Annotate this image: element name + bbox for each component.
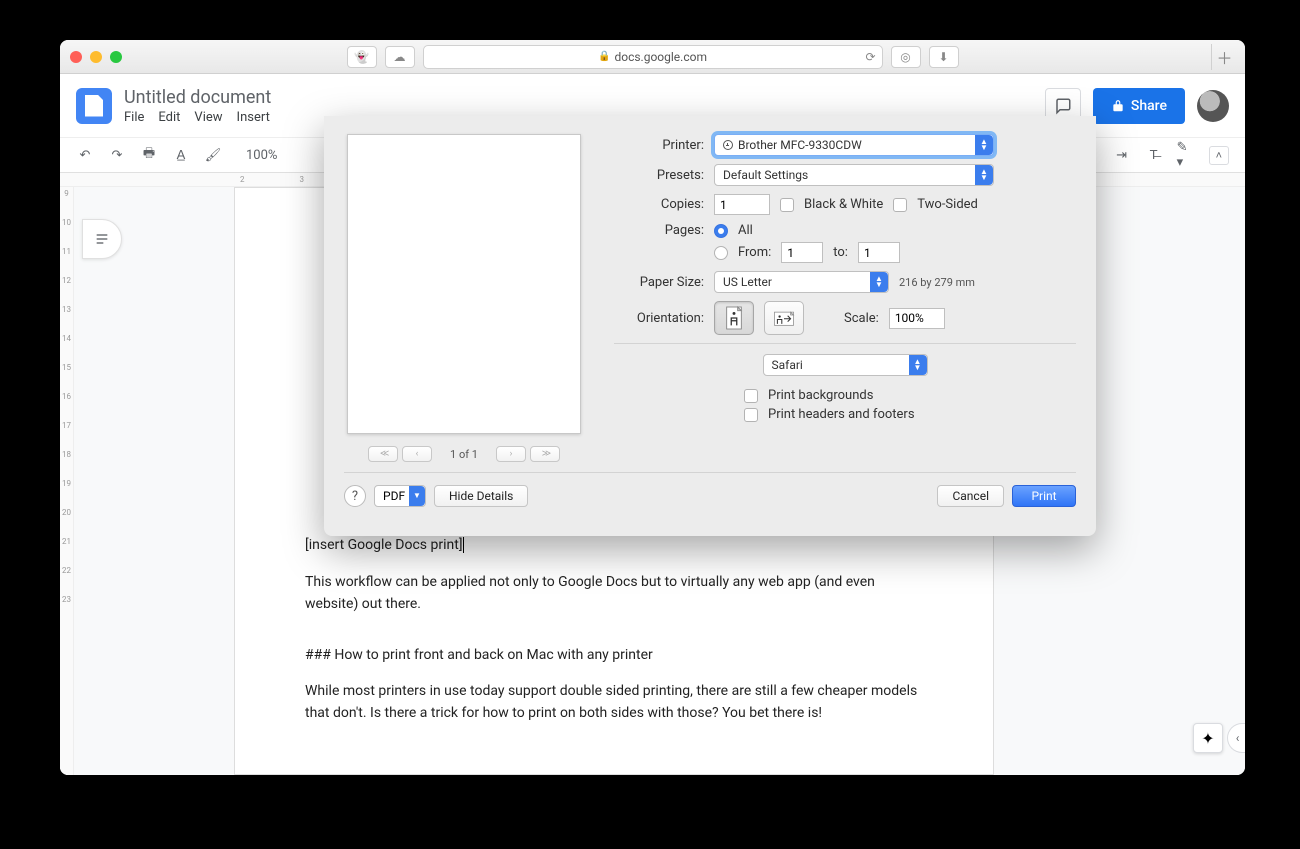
presets-label: Presets: <box>614 168 704 183</box>
safari-window: 👻 ☁︎ 🔒 docs.google.com ⟳ ◎ ⬇︎ ＋ Untitled… <box>60 40 1245 775</box>
select-arrows-icon: ▲▼ <box>975 135 993 155</box>
cancel-button[interactable]: Cancel <box>937 485 1004 507</box>
paper-size-label: Paper Size: <box>614 275 704 290</box>
chevron-down-icon: ▼ <box>409 486 425 506</box>
paper-dimensions: 216 by 279 mm <box>899 276 975 289</box>
new-tab-button[interactable]: ＋ <box>1211 44 1237 70</box>
address-bar[interactable]: 🔒 docs.google.com ⟳ <box>423 45 883 69</box>
print-backgrounds-label: Print backgrounds <box>768 388 873 403</box>
minimize-window-icon[interactable] <box>90 51 102 63</box>
privacy-button[interactable]: 👻 <box>347 46 377 68</box>
pages-all-label: All <box>738 223 753 238</box>
collapse-toolbar-icon[interactable]: ˄ <box>1209 146 1229 165</box>
menu-edit[interactable]: Edit <box>158 110 180 125</box>
reload-icon[interactable]: ⟳ <box>865 50 875 64</box>
vertical-ruler: 91011121314151617181920212223 <box>60 187 74 775</box>
print-icon[interactable]: 🖶 <box>140 146 158 164</box>
two-sided-label: Two-Sided <box>917 197 978 212</box>
first-page-button[interactable]: ≪ <box>368 446 398 462</box>
outline-toggle-button[interactable] <box>82 219 122 259</box>
orientation-label: Orientation: <box>614 311 704 326</box>
body-paragraph: This workflow can be applied not only to… <box>305 571 923 616</box>
body-heading: ### How to print front and back on Mac w… <box>305 644 923 666</box>
select-arrows-icon: ▲▼ <box>975 165 993 185</box>
share-button[interactable]: Share <box>1093 88 1185 124</box>
pages-range-radio[interactable] <box>714 246 728 260</box>
print-preview <box>347 134 581 434</box>
hide-details-button[interactable]: Hide Details <box>434 485 528 507</box>
edit-mode-icon[interactable]: ✎ ▾ <box>1177 146 1195 164</box>
menu-view[interactable]: View <box>194 110 222 125</box>
presets-select[interactable]: Default Settings ▲▼ <box>714 164 994 186</box>
zoom-window-icon[interactable] <box>110 51 122 63</box>
zoom-level[interactable]: 100% <box>246 148 277 163</box>
titlebar: 👻 ☁︎ 🔒 docs.google.com ⟳ ◎ ⬇︎ ＋ <box>60 40 1245 74</box>
print-dialog: ≪ ‹ 1 of 1 › ≫ Printer: Brother MFC-9330… <box>324 116 1096 536</box>
from-label: From: <box>738 245 771 260</box>
pages-all-radio[interactable] <box>714 224 728 238</box>
print-headers-checkbox[interactable] <box>744 408 758 422</box>
two-sided-checkbox[interactable] <box>893 198 907 212</box>
paint-format-icon[interactable]: 🖌 <box>204 146 222 164</box>
document-title[interactable]: Untitled document <box>124 87 271 108</box>
close-window-icon[interactable] <box>70 51 82 63</box>
copies-label: Copies: <box>614 197 704 212</box>
print-backgrounds-checkbox[interactable] <box>744 389 758 403</box>
body-paragraph: While most printers in use today support… <box>305 680 923 725</box>
help-button[interactable]: ? <box>344 485 366 507</box>
select-arrows-icon: ▲▼ <box>909 355 927 375</box>
side-panel-toggle[interactable]: ‹ <box>1227 723 1245 753</box>
to-label: to: <box>833 245 848 260</box>
redo-icon[interactable]: ↷ <box>108 146 126 164</box>
copies-input[interactable] <box>714 194 770 215</box>
menu-bar: File Edit View Insert <box>124 110 271 125</box>
paper-size-select[interactable]: US Letter ▲▼ <box>714 271 889 293</box>
indent-increase-icon[interactable]: ⇥ <box>1113 146 1131 164</box>
last-page-button[interactable]: ≫ <box>530 446 560 462</box>
app-options-select[interactable]: Safari ▲▼ <box>763 354 928 376</box>
lock-icon: 🔒 <box>598 51 610 62</box>
share-label: Share <box>1131 98 1167 114</box>
clear-format-icon[interactable]: T̶ <box>1145 146 1163 164</box>
print-headers-label: Print headers and footers <box>768 407 915 422</box>
explore-button[interactable]: ✦ <box>1193 723 1223 753</box>
bw-label: Black & White <box>804 197 883 212</box>
to-input[interactable] <box>858 242 900 263</box>
scale-label: Scale: <box>844 311 879 326</box>
printer-select[interactable]: Brother MFC-9330CDW ▲▼ <box>714 134 994 156</box>
print-button[interactable]: Print <box>1012 485 1076 507</box>
reader-button[interactable]: ◎ <box>891 46 921 68</box>
printer-label: Printer: <box>614 138 704 153</box>
lock-icon <box>1111 99 1125 113</box>
prev-page-button[interactable]: ‹ <box>402 446 432 462</box>
url-text: docs.google.com <box>614 50 707 64</box>
docs-logo-icon[interactable] <box>76 88 112 124</box>
spellcheck-icon[interactable]: A̲ <box>172 146 190 164</box>
page-indicator: 1 of 1 <box>450 448 478 461</box>
window-controls <box>70 51 122 63</box>
next-page-button[interactable]: › <box>496 446 526 462</box>
undo-icon[interactable]: ↶ <box>76 146 94 164</box>
placeholder-text: [insert Google Docs print] <box>305 537 464 553</box>
printer-status-icon <box>723 140 733 150</box>
orientation-portrait-button[interactable] <box>714 301 754 335</box>
menu-file[interactable]: File <box>124 110 144 125</box>
menu-insert[interactable]: Insert <box>237 110 270 125</box>
bw-checkbox[interactable] <box>780 198 794 212</box>
preview-pager: ≪ ‹ 1 of 1 › ≫ <box>368 446 560 462</box>
select-arrows-icon: ▲▼ <box>870 272 888 292</box>
orientation-landscape-button[interactable] <box>764 301 804 335</box>
pages-label: Pages: <box>614 223 704 238</box>
avatar[interactable] <box>1197 90 1229 122</box>
icloud-tabs-button[interactable]: ☁︎ <box>385 46 415 68</box>
scale-input[interactable] <box>889 308 945 329</box>
downloads-button[interactable]: ⬇︎ <box>929 46 959 68</box>
from-input[interactable] <box>781 242 823 263</box>
pdf-menu[interactable]: PDF ▼ <box>374 485 426 507</box>
